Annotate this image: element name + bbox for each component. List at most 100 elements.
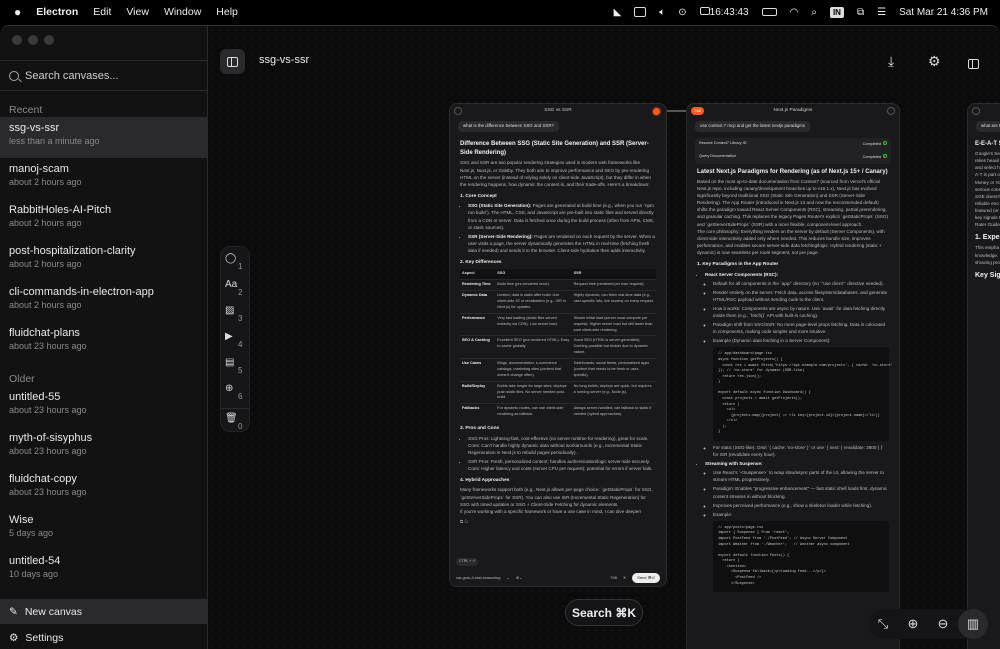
canvas-list-item[interactable]: fluidchat-copy about 23 hours ago	[0, 468, 208, 509]
canvas-time: about 23 hours ago	[9, 405, 87, 415]
canvas-name: RabbitHoles-AI-Pitch	[9, 204, 112, 216]
gear-icon[interactable]: ⚙	[928, 53, 941, 70]
canvas-list-item[interactable]: untitled-54 10 days ago	[0, 550, 208, 591]
card-select-circle[interactable]	[887, 107, 895, 115]
tool-file[interactable]: ▤ 5	[225, 357, 251, 379]
tool-call-name: Resolve Context7 Library ID	[699, 140, 747, 145]
play-icon[interactable]: ⊙	[678, 7, 686, 18]
canvas[interactable]: ssg-vs-ssr ⤓ ⚙ ◯ 1 Aa 2 ▨ 3 ▶ 4 ▤ 5 ⊕ 6 🗑︎ 0 SSG vs S…	[208, 26, 1000, 649]
expand-icon[interactable]: ✕	[623, 575, 626, 581]
tool-image[interactable]: ▨ 3	[225, 305, 251, 327]
fit-view-icon[interactable]: ⤡	[868, 616, 898, 632]
timer-status[interactable]: 16:43:43	[699, 6, 749, 18]
menu-bar: ● Electron Edit View Window Help ◣ 🔈︎ ⊙ …	[0, 0, 1000, 24]
user-question: what are E-E	[976, 121, 1000, 132]
settings-button[interactable]: ⚙ Settings	[0, 625, 208, 649]
send-button[interactable]: Send ⌘⏎	[632, 572, 660, 584]
list-item: SSR (Server-Side Rendering): Pages are r…	[468, 233, 656, 254]
canvas-list-item[interactable]: cli-commands-in-electron-app about 2 hour…	[0, 281, 208, 322]
recent-label: Recent	[9, 104, 43, 116]
search-button[interactable]: Search ⌘K	[565, 599, 643, 626]
card-title[interactable]: Next.js Paradigms	[774, 107, 813, 114]
close-window-button[interactable]	[12, 35, 22, 45]
response-line: key signals t	[975, 215, 1000, 221]
new-canvas-button[interactable]: ✎ New canvas	[0, 599, 208, 624]
list-item: SSG (Static Site Generation): Pages are …	[468, 202, 656, 230]
search-canvases-input[interactable]: Search canvases...	[0, 60, 208, 91]
chevron-down-icon[interactable]: ⌄	[506, 575, 509, 581]
response-line: knowledge.	[975, 252, 999, 258]
input-source[interactable]: IN	[829, 6, 844, 18]
text-icon: Aa	[225, 279, 238, 290]
canvas-time: less than a minute ago	[9, 136, 100, 146]
canvas-name: cli-commands-in-electron-app	[9, 286, 154, 298]
canvas-list-item[interactable]: Wise 5 days ago	[0, 509, 208, 550]
card-select-circle[interactable]	[972, 107, 980, 115]
download-icon[interactable]: ⤓	[888, 53, 894, 70]
spotlight-icon[interactable]: ⌕	[811, 7, 817, 18]
globe-icon[interactable]: ⊕⌄	[516, 575, 523, 581]
copy-icon[interactable]: ⧉ ↻	[460, 518, 656, 525]
section-heading: 4. Hybrid Approaches	[460, 478, 510, 484]
menu-app[interactable]: Electron	[36, 6, 78, 18]
record-icon[interactable]	[634, 7, 647, 17]
list-item: Paradigm: Enables "progressive enhanceme…	[713, 485, 889, 499]
volume-icon[interactable]: 🔈︎	[659, 7, 665, 18]
canvas-list-item[interactable]: untitled-55 about 23 hours ago	[0, 386, 208, 427]
check-icon	[883, 140, 887, 145]
zoom-out-icon[interactable]: ⊖	[928, 616, 958, 632]
apple-icon[interactable]: ●	[14, 5, 21, 19]
control-center-icon[interactable]: ☰	[877, 7, 886, 18]
table-cell: Use Cases	[460, 358, 496, 382]
battery-icon[interactable]	[761, 8, 777, 16]
response-line: Rater Guide	[975, 222, 1000, 228]
tool-call-status: Completed	[863, 140, 887, 148]
card-connector	[667, 110, 687, 112]
chat-card-nextjs-paradigms[interactable]: 798 Next.js Paradigms use context 7 mcp a…	[686, 103, 900, 649]
tool-video[interactable]: ▶ 4	[225, 331, 251, 353]
canvas-name: Wise	[9, 514, 34, 526]
chat-card-eeat[interactable]: what are E-E E-E-A-T S Google's Serelies…	[967, 103, 1000, 649]
chat-card-ssg-vs-ssr[interactable]: SSG vs SSR what is the difference betwee…	[449, 103, 667, 587]
canvas-list-item[interactable]: fluidchat-plans about 23 hours ago	[0, 322, 208, 363]
menu-window[interactable]: Window	[164, 6, 201, 18]
toggle-sidebar-button[interactable]	[220, 49, 245, 74]
tool-trash[interactable]: 🗑︎ 0	[225, 413, 251, 435]
model-selector[interactable]: xai-grok-4-fast-reasoning	[456, 575, 500, 581]
canvas-list-item[interactable]: manoj-scam about 2 hours ago	[0, 158, 208, 199]
table-header: Aspect	[460, 269, 496, 280]
canvas-title[interactable]: ssg-vs-ssr	[259, 54, 309, 66]
minimize-window-button[interactable]	[28, 35, 38, 45]
response-text: Many frameworks support both (e.g., Next…	[460, 487, 653, 507]
tool-globe[interactable]: ⊕ 6	[225, 383, 251, 405]
minimap-icon[interactable]: ▥	[958, 609, 988, 639]
screen-mirroring-icon[interactable]: ⧉	[857, 7, 864, 18]
card-select-circle[interactable]	[454, 107, 462, 115]
canvas-list-item[interactable]: myth-of-sisyphus about 23 hours ago	[0, 427, 208, 468]
tool-call-row[interactable]: Query Documentation Completed	[695, 151, 891, 164]
canvas-name: untitled-55	[9, 391, 61, 403]
response-line: This empha	[975, 245, 1000, 251]
tool-text[interactable]: Aa 2	[225, 279, 251, 301]
table-cell: Always server-handled; can fallback to s…	[571, 403, 656, 421]
menu-edit[interactable]: Edit	[93, 6, 111, 18]
menu-help[interactable]: Help	[216, 6, 238, 18]
canvas-list-item[interactable]: RabbitHoles-AI-Pitch about 2 hours ago	[0, 199, 208, 240]
zoom-in-icon[interactable]: ⊕	[898, 616, 928, 632]
clock[interactable]: Sat Mar 21 4:36 PM	[899, 7, 988, 18]
canvas-list-item[interactable]: post-hospitalization-clarity about 2 hour…	[0, 240, 208, 281]
card-title[interactable]: SSG vs SSR	[544, 107, 571, 114]
canvas-name: fluidchat-copy	[9, 473, 77, 485]
menu-view[interactable]: View	[126, 6, 149, 18]
response-line: Google's Se	[975, 151, 1000, 157]
tool-chat[interactable]: ◯ 1	[225, 253, 251, 275]
toolbar-divider	[221, 408, 249, 409]
status-icon[interactable]: ◣	[614, 7, 622, 18]
canvas-list-item[interactable]: ssg-vs-ssr less than a minute ago	[0, 117, 208, 158]
canvas-name: ssg-vs-ssr	[9, 122, 60, 134]
table-cell: Highly dynamic; can fetch real-time data…	[571, 290, 656, 314]
right-panel-toggle[interactable]	[968, 56, 979, 72]
tool-call-row[interactable]: Resolve Context7 Library ID Completed	[695, 138, 891, 151]
wifi-icon[interactable]: ◠	[790, 7, 799, 18]
zoom-window-button[interactable]	[44, 35, 54, 45]
